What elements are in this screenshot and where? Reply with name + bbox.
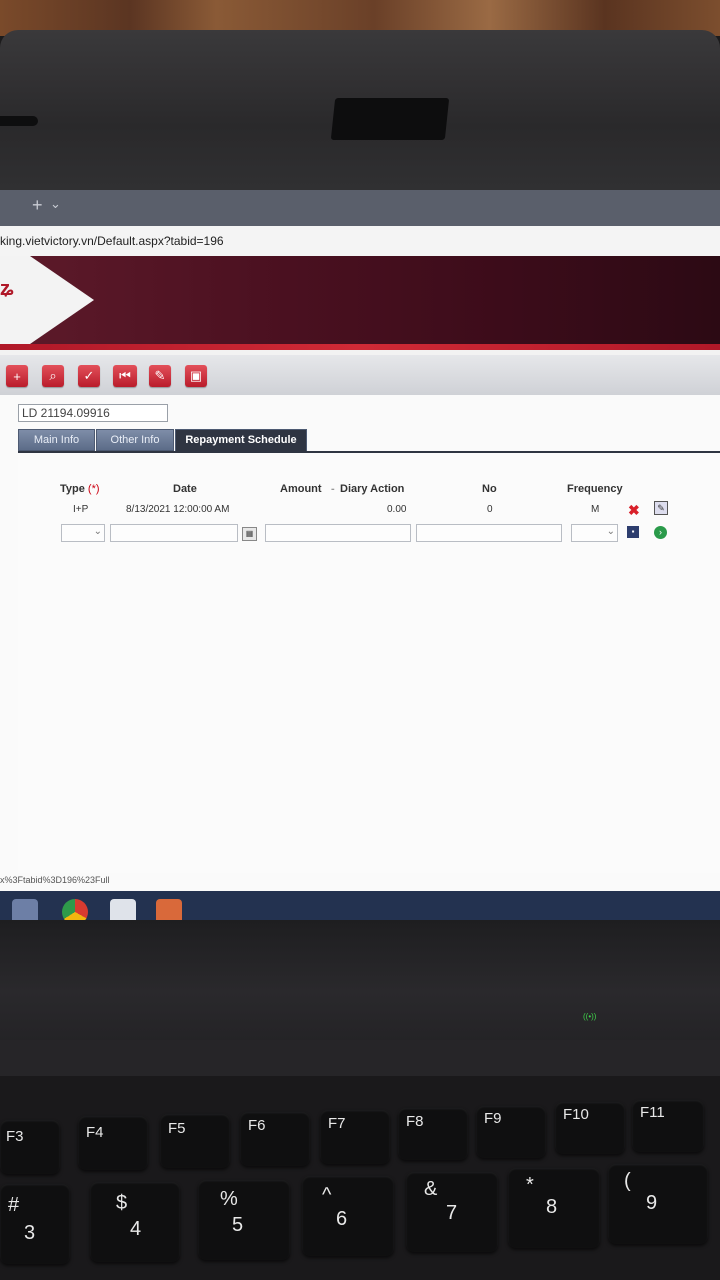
header-type: Type (*) bbox=[60, 483, 100, 495]
tab-other-info[interactable]: Other Info bbox=[96, 429, 174, 451]
search-icon[interactable]: ⌕ bbox=[42, 365, 64, 387]
tab-menu-button[interactable]: ⌄ bbox=[50, 196, 61, 212]
frequency-select[interactable]: ⌄ bbox=[571, 524, 618, 542]
webcam-cover bbox=[330, 98, 450, 140]
print-icon[interactable]: ▣ bbox=[185, 365, 207, 387]
tab-repayment-schedule[interactable]: Repayment Schedule bbox=[175, 429, 307, 452]
key-6[interactable]: ^ 6 bbox=[302, 1176, 394, 1256]
brand-logo-icon: ʑ bbox=[0, 278, 14, 300]
laptop-screen: + ⌄ king.vietvictory.vn/Default.aspx?tab… bbox=[0, 190, 720, 920]
file-explorer-icon[interactable] bbox=[12, 899, 38, 920]
taskbar bbox=[0, 891, 720, 920]
key-f5[interactable]: F5 bbox=[160, 1114, 230, 1168]
header-frequency: Frequency bbox=[567, 483, 623, 495]
edit-icon[interactable]: ✎ bbox=[149, 365, 171, 387]
delete-icon[interactable]: ✖ bbox=[628, 502, 640, 519]
key-8[interactable]: * 8 bbox=[508, 1168, 600, 1248]
banner-arrow-shape bbox=[30, 256, 94, 344]
laptop-bottom-bezel bbox=[0, 920, 720, 1050]
calendar-icon[interactable]: ▦ bbox=[242, 527, 257, 541]
toolbar: + ⌕ ✓ ⏮ ✎ ▣ bbox=[0, 355, 720, 395]
first-record-icon[interactable]: ⏮ bbox=[113, 365, 137, 387]
row-frequency: M bbox=[591, 504, 600, 515]
required-marker: (*) bbox=[87, 483, 100, 495]
header-diary-action: Diary Action bbox=[340, 483, 405, 495]
add-icon[interactable]: + bbox=[6, 365, 28, 387]
chevron-down-icon: ⌄ bbox=[606, 526, 615, 537]
no-input[interactable] bbox=[416, 524, 562, 542]
url-text[interactable]: king.vietvictory.vn/Default.aspx?tabid=1… bbox=[0, 234, 224, 248]
check-icon[interactable]: ✓ bbox=[78, 365, 100, 387]
laptop-hinge bbox=[0, 1040, 720, 1076]
tab-main-info[interactable]: Main Info bbox=[18, 429, 95, 451]
key-5[interactable]: % 5 bbox=[198, 1180, 290, 1260]
edit-icon[interactable]: ✎ bbox=[654, 501, 668, 515]
key-f4[interactable]: F4 bbox=[78, 1116, 148, 1170]
status-bar-link: x%3Ftabid%3D196%23Full bbox=[0, 875, 110, 885]
header-date: Date bbox=[173, 483, 197, 495]
key-f10[interactable]: F10 bbox=[555, 1102, 625, 1154]
bezel-slot bbox=[0, 116, 38, 126]
row-date: 8/13/2021 12:00:00 AM bbox=[126, 504, 230, 515]
office-icon[interactable] bbox=[156, 899, 182, 920]
key-f11[interactable]: F11 bbox=[632, 1100, 704, 1152]
type-select[interactable]: ⌄ bbox=[61, 524, 105, 542]
chrome-icon[interactable] bbox=[62, 899, 88, 920]
main-content: LD 21194.09916 Main Info Other Info Repa… bbox=[0, 395, 720, 920]
key-f8[interactable]: F8 bbox=[398, 1108, 468, 1160]
wifi-led-icon: ((•)) bbox=[583, 1012, 597, 1021]
app-banner: ʑ bbox=[0, 256, 720, 344]
save-icon[interactable]: ▪ bbox=[627, 526, 639, 538]
row-amount: 0.00 bbox=[387, 504, 407, 515]
row-no: 0 bbox=[487, 504, 493, 515]
confirm-icon[interactable]: › bbox=[654, 526, 667, 539]
key-3[interactable]: #3 bbox=[0, 1184, 70, 1264]
amount-input[interactable] bbox=[265, 524, 411, 542]
browser-tab-strip: + ⌄ bbox=[0, 190, 720, 226]
record-id-field[interactable]: LD 21194.09916 bbox=[18, 404, 168, 422]
key-f9[interactable]: F9 bbox=[476, 1106, 546, 1158]
new-tab-button[interactable]: + bbox=[32, 195, 43, 216]
repayment-schedule-panel: Type (*) Date Amount - Diary Action No F… bbox=[18, 451, 720, 873]
key-7[interactable]: & 7 bbox=[406, 1172, 498, 1252]
header-no: No bbox=[482, 483, 497, 495]
key-f6[interactable]: F6 bbox=[240, 1112, 310, 1166]
app-icon[interactable] bbox=[110, 899, 136, 920]
key-f7[interactable]: F7 bbox=[320, 1110, 390, 1164]
row-type: I+P bbox=[73, 504, 89, 515]
banner-stripe bbox=[0, 344, 720, 350]
key-4[interactable]: $4 bbox=[90, 1182, 180, 1262]
key-f3[interactable]: F3 bbox=[0, 1120, 60, 1174]
keyboard: F3 F4 F5 F6 F7 F8 F9 F10 F11 #3 $4 % 5 ^ 6… bbox=[0, 1076, 720, 1280]
address-bar[interactable]: king.vietvictory.vn/Default.aspx?tabid=1… bbox=[0, 226, 720, 257]
chevron-down-icon: ⌄ bbox=[93, 526, 102, 537]
key-9[interactable]: (9 bbox=[608, 1164, 708, 1244]
header-amount: Amount bbox=[280, 483, 322, 495]
date-input[interactable] bbox=[110, 524, 238, 542]
